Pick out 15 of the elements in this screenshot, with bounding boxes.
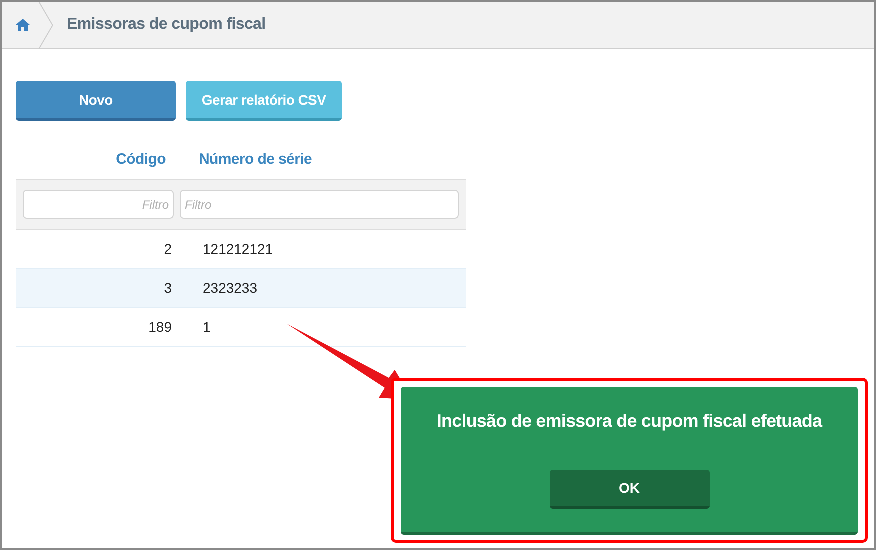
action-button[interactable]: Novo bbox=[16, 81, 176, 121]
table-cell: 1 bbox=[203, 319, 211, 335]
home-icon[interactable] bbox=[16, 19, 30, 31]
ok-button[interactable]: OK bbox=[550, 470, 710, 508]
table-cell: 121212121 bbox=[203, 241, 274, 257]
filter-field[interactable]: Filtro bbox=[180, 190, 459, 219]
column-header[interactable]: Código bbox=[116, 150, 166, 168]
column-header[interactable]: Número de série bbox=[199, 150, 312, 168]
table-cell: 189 bbox=[148, 319, 172, 335]
filter-field[interactable]: Filtro bbox=[23, 190, 174, 219]
page-title: Emissoras de cupom fiscal bbox=[67, 16, 266, 34]
dialog-message: Inclusão de emissora de cupom fiscal efetuada bbox=[436, 410, 822, 432]
table-cell: 3 bbox=[164, 280, 172, 296]
table-cell: 2323233 bbox=[203, 280, 258, 296]
table-cell: 2 bbox=[164, 241, 172, 257]
